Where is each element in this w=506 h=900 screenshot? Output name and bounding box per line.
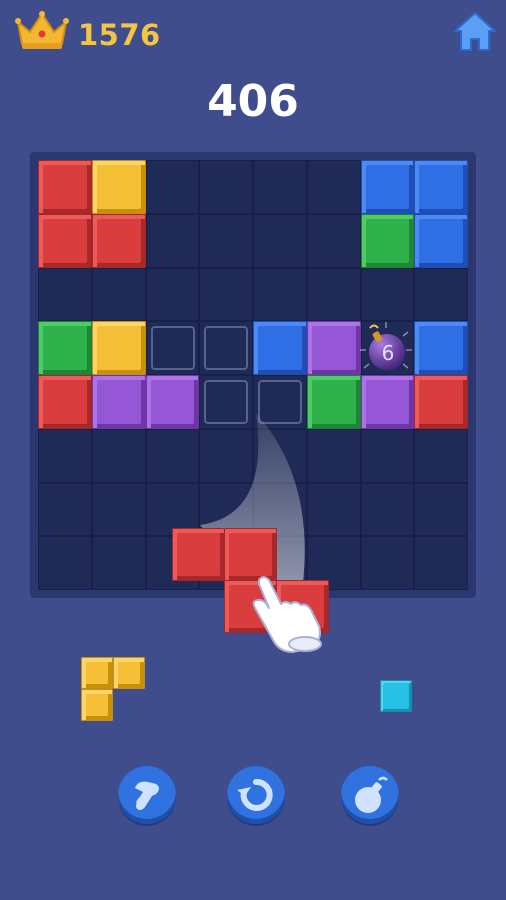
board-cell: [414, 267, 468, 322]
board-cell: [145, 213, 200, 268]
board-cell: [360, 267, 415, 322]
board-cell: [360, 536, 415, 590]
board-cell: [414, 482, 468, 537]
board-cell: [306, 160, 361, 214]
hammer-icon: [135, 781, 159, 810]
board-cell: [199, 160, 253, 214]
board-cell: [253, 160, 307, 214]
board-cell: [91, 428, 146, 483]
bomb-button[interactable]: [341, 766, 399, 824]
board-cell: [38, 482, 92, 537]
board-block-blue: [360, 160, 415, 214]
board-cell: [91, 536, 146, 590]
board-cell: [38, 428, 92, 483]
board-cell: [306, 267, 361, 322]
tray-piece-yellow-block[interactable]: [81, 657, 113, 689]
board-cell: [199, 267, 253, 322]
board-cell: [38, 536, 92, 590]
board-cell: [145, 160, 200, 214]
board-block-red: [38, 213, 92, 268]
board-cell: [306, 213, 361, 268]
best-score: 1576: [78, 18, 161, 52]
refresh-button[interactable]: [227, 766, 285, 824]
tray-piece-cyan-block[interactable]: [380, 680, 412, 712]
placement-preview-cell: [150, 326, 195, 371]
placement-preview-cell: [204, 326, 249, 371]
board-cell: [253, 213, 307, 268]
hand-pointer-icon: [252, 576, 322, 653]
board-block-red: [38, 160, 92, 214]
board-block-blue: [253, 321, 307, 375]
board-cell: [360, 482, 415, 537]
board-block-purple: [91, 375, 146, 429]
board-block-red: [38, 375, 92, 429]
board-block-blue: [414, 213, 468, 268]
board-cell: [145, 267, 200, 322]
board-cell: [38, 267, 92, 322]
tray-piece-yellow-block[interactable]: [81, 689, 113, 721]
board-block-red: [414, 375, 468, 429]
board-block-red: [91, 213, 146, 268]
board-block-blue: [414, 321, 468, 375]
refresh-icon: [237, 779, 273, 811]
board-cell: [91, 267, 146, 322]
board-cell: [199, 213, 253, 268]
home-icon[interactable]: [452, 10, 498, 54]
bomb-block: 6: [360, 322, 412, 370]
crown-icon: [15, 11, 69, 49]
board-block-green: [360, 213, 415, 268]
board-cell: [253, 267, 307, 322]
hammer-button[interactable]: [118, 766, 176, 824]
board-cell: [91, 482, 146, 537]
board-block-yellow: [91, 160, 146, 214]
drag-piece-block[interactable]: [172, 528, 225, 581]
bomb-countdown: 6: [382, 341, 395, 365]
current-score: 406: [207, 76, 299, 127]
board-cell: [414, 536, 468, 590]
board-block-green: [38, 321, 92, 375]
bomb-icon: [355, 776, 388, 813]
board-block-purple: [306, 321, 361, 375]
board-block-blue: [414, 160, 468, 214]
board-cell: [360, 428, 415, 483]
board-block-yellow: [91, 321, 146, 375]
board-block-purple: [360, 375, 415, 429]
board-cell: [414, 428, 468, 483]
tray-piece-yellow-block[interactable]: [113, 657, 145, 689]
